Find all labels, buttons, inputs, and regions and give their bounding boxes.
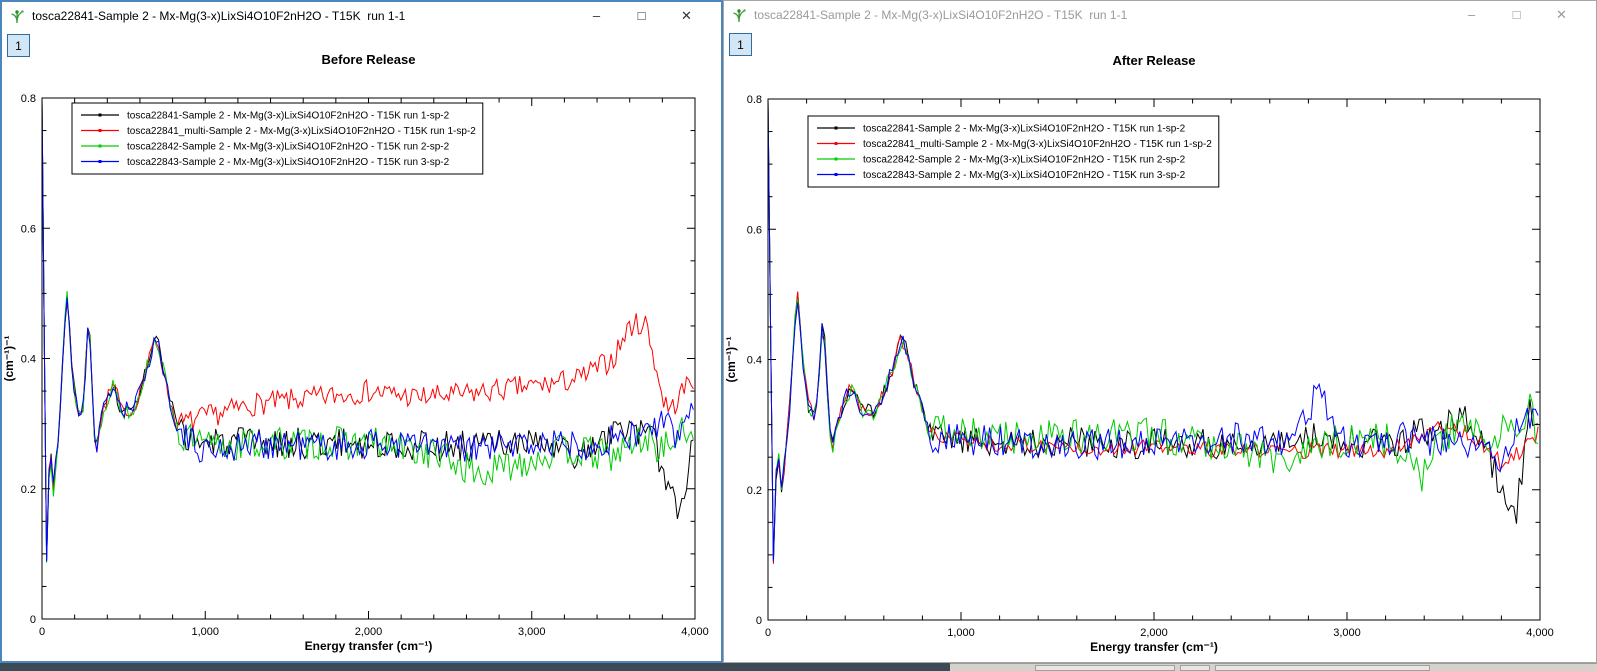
maximize-button[interactable]: □ (619, 2, 664, 30)
y-tick-label: 0.8 (21, 93, 36, 105)
window-title: tosca22841-Sample 2 - Mx-Mg(3-x)LixSi4O1… (32, 9, 574, 23)
x-tick-label: 4,000 (1526, 627, 1554, 639)
legend-entry-label: tosca22841_multi-Sample 2 - Mx-Mg(3-x)Li… (863, 139, 1212, 150)
axis-ticks (42, 98, 695, 619)
y-tick-label: 0.2 (21, 484, 36, 496)
legend-box: tosca22841-Sample 2 - Mx-Mg(3-x)LixSi4O1… (808, 116, 1219, 187)
legend-swatch-marker (99, 129, 102, 132)
legend-entry-label: tosca22841-Sample 2 - Mx-Mg(3-x)LixSi4O1… (127, 111, 450, 122)
background-window-cell (1035, 665, 1175, 671)
legend-entry-label: tosca22842-Sample 2 - Mx-Mg(3-x)LixSi4O1… (127, 142, 450, 153)
maximize-button[interactable]: □ (1494, 1, 1539, 29)
legend-entry-label: tosca22841-Sample 2 - Mx-Mg(3-x)LixSi4O1… (863, 124, 1186, 135)
x-axis-label: Energy transfer (cm⁻¹) (305, 639, 433, 653)
chart-title: Before Release (322, 52, 416, 67)
legend-swatch-marker (99, 160, 102, 163)
close-button[interactable]: ✕ (1539, 1, 1584, 29)
legend-swatch-marker (99, 114, 102, 117)
y-axis-label: (cm⁻¹)⁻¹ (724, 337, 738, 383)
legend-swatch-marker (99, 145, 102, 148)
legend-entry-label: tosca22843-Sample 2 - Mx-Mg(3-x)LixSi4O1… (127, 157, 450, 168)
mantis-app-icon (731, 7, 747, 23)
plot-frame (42, 98, 695, 619)
legend-box: tosca22841-Sample 2 - Mx-Mg(3-x)LixSi4O1… (72, 103, 483, 174)
y-tick-label: 0.6 (747, 224, 762, 236)
x-tick-label: 3,000 (1333, 627, 1361, 639)
y-tick-label: 0.8 (747, 94, 762, 106)
background-window-edge-dark (0, 663, 950, 671)
plot-number-badge[interactable]: 1 (7, 34, 30, 57)
legend-entry-label: tosca22843-Sample 2 - Mx-Mg(3-x)LixSi4O1… (863, 170, 1186, 181)
x-tick-label: 1,000 (191, 626, 219, 638)
minimize-button[interactable]: – (1449, 1, 1494, 29)
x-axis-label: Energy transfer (cm⁻¹) (1090, 640, 1218, 654)
x-tick-label: 2,000 (355, 626, 383, 638)
mantis-app-icon (9, 8, 25, 24)
y-tick-label: 0 (30, 614, 36, 626)
legend-swatch-marker (835, 127, 838, 130)
chart-area-before[interactable]: Before Release 0 1,000 2,000 3,000 4,000 0 0.2 0… (2, 30, 721, 661)
x-tick-label: 1,000 (947, 627, 975, 639)
plot-window-after: tosca22841-Sample 2 - Mx-Mg(3-x)LixSi4O1… (723, 0, 1597, 663)
chart-title: After Release (1112, 53, 1195, 68)
background-window-cell (1180, 665, 1210, 671)
legend-swatch-marker (835, 158, 838, 161)
background-window-edge-light (950, 663, 1597, 671)
x-tick-label: 0 (765, 627, 771, 639)
y-tick-label: 0.4 (747, 355, 762, 367)
background-window-cell (1215, 665, 1430, 671)
y-tick-label: 0.6 (21, 223, 36, 235)
chart-area-after[interactable]: After Release 0 1,000 2,000 3,000 4,000 0 0.2 0.… (724, 29, 1596, 662)
legend-entry-label: tosca22842-Sample 2 - Mx-Mg(3-x)LixSi4O1… (863, 155, 1186, 166)
y-tick-label: 0.4 (21, 354, 36, 366)
plot-number-badge[interactable]: 1 (729, 33, 752, 56)
titlebar[interactable]: tosca22841-Sample 2 - Mx-Mg(3-x)LixSi4O1… (2, 2, 721, 30)
x-tick-label: 4,000 (681, 626, 709, 638)
y-tick-label: 0 (756, 615, 762, 627)
x-tick-label: 3,000 (518, 626, 546, 638)
legend-swatch-marker (835, 142, 838, 145)
legend-entry-label: tosca22841_multi-Sample 2 - Mx-Mg(3-x)Li… (127, 126, 476, 137)
chart-before-release[interactable]: Before Release 0 1,000 2,000 3,000 4,000 0 0.2 0… (2, 30, 721, 661)
legend-swatch-marker (835, 173, 838, 176)
plot-window-before: tosca22841-Sample 2 - Mx-Mg(3-x)LixSi4O1… (0, 0, 723, 663)
minimize-button[interactable]: – (574, 2, 619, 30)
titlebar[interactable]: tosca22841-Sample 2 - Mx-Mg(3-x)LixSi4O1… (724, 1, 1596, 29)
y-axis-label: (cm⁻¹)⁻¹ (2, 336, 16, 382)
x-tick-label: 0 (39, 626, 45, 638)
y-tick-label: 0.2 (747, 485, 762, 497)
close-button[interactable]: ✕ (664, 2, 709, 30)
chart-after-release[interactable]: After Release 0 1,000 2,000 3,000 4,000 0 0.2 0.… (724, 29, 1596, 662)
background-window-sliver (0, 663, 1597, 671)
x-tick-label: 2,000 (1140, 627, 1168, 639)
window-title: tosca22841-Sample 2 - Mx-Mg(3-x)LixSi4O1… (754, 8, 1449, 22)
